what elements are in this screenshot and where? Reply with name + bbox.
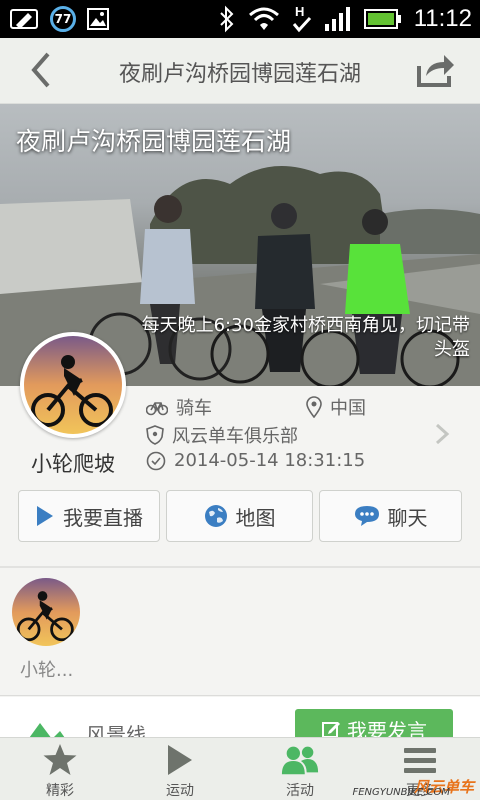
organizer-avatar[interactable] (20, 332, 126, 438)
datetime-row: 2014-05-14 18:31:15 (146, 450, 365, 471)
play-icon (37, 506, 53, 526)
post-comment-button[interactable]: 我要发言 (295, 709, 453, 737)
club-name: 风云单车俱乐部 (172, 426, 298, 447)
event-title-overlay: 夜刷卢沟桥园博园莲石湖 (16, 127, 292, 156)
feed-label: 风景线 (86, 723, 146, 737)
event-datetime: 2014-05-14 18:31:15 (174, 450, 366, 471)
live-broadcast-label: 我要直播 (63, 505, 143, 530)
chat-button[interactable]: 聊天 (319, 490, 462, 542)
event-info-section: 小轮爬坡 骑车 中国 风云单车俱乐部 2014-05-14 18:31:15 我… (0, 332, 480, 566)
nav-activities[interactable]: 活动 (240, 738, 360, 800)
chat-label: 聊天 (387, 505, 428, 530)
cyclist-silhouette-avatar (12, 578, 80, 646)
sync-icon (10, 9, 38, 29)
chat-bubble-icon (354, 506, 379, 526)
participant-avatar[interactable] (12, 578, 80, 646)
nav-featured[interactable]: 精彩 (0, 738, 120, 800)
signal-bars-icon (324, 7, 350, 31)
nav-sports-label: 运动 (166, 783, 194, 799)
location-pin-icon (306, 396, 322, 418)
chevron-right-icon[interactable] (434, 422, 450, 446)
event-description: 每天晚上6:30金家村桥西南角见，切记带头盔 (141, 315, 470, 360)
live-broadcast-button[interactable]: 我要直播 (18, 490, 160, 542)
mountain-logo-icon (29, 723, 65, 737)
activity-type: 骑车 (176, 398, 212, 419)
globe-icon (204, 505, 227, 527)
map-button[interactable]: 地图 (166, 490, 313, 542)
play-icon (168, 745, 192, 775)
check-circle-icon (146, 451, 166, 470)
edit-icon (322, 722, 340, 737)
wifi-icon (248, 7, 279, 30)
club-row[interactable]: 风云单车俱乐部 (146, 422, 298, 448)
location-row: 中国 (306, 394, 366, 420)
bottom-navigation: 精彩 运动 活动 更多 风云单车 FENGYUNBIKE.COM (0, 737, 480, 800)
nav-activities-label: 活动 (286, 783, 314, 799)
h-signal-icon: H (292, 4, 311, 33)
menu-icon (404, 748, 436, 773)
shield-icon (146, 425, 164, 445)
cyclist-silhouette-avatar (24, 336, 122, 434)
page-title: 夜刷卢沟桥园博园莲石湖 (118, 62, 361, 87)
feed-row: 风景线 我要发言 (0, 697, 480, 737)
post-comment-label: 我要发言 (347, 718, 427, 738)
bluetooth-icon (220, 5, 234, 33)
location-text: 中国 (330, 398, 366, 419)
back-button[interactable] (22, 50, 62, 90)
share-icon (417, 55, 454, 87)
status-bar: 77 H 11:12 (0, 0, 480, 38)
nav-featured-label: 精彩 (46, 783, 74, 799)
nav-sports[interactable]: 运动 (120, 738, 240, 800)
svg-text:H: H (295, 4, 304, 19)
notification-badge-icon: 77 (50, 6, 76, 32)
star-icon (43, 744, 77, 775)
organizer-name[interactable]: 小轮爬坡 (20, 448, 126, 478)
map-label: 地图 (235, 505, 276, 530)
chevron-left-icon (31, 52, 50, 88)
battery-icon (363, 9, 401, 29)
picture-icon (87, 8, 109, 30)
watermark-url: FENGYUNBIKE.COM (352, 787, 450, 798)
activity-type-row: 骑车 (146, 394, 212, 420)
header-bar: 夜刷卢沟桥园博园莲石湖 (0, 38, 480, 104)
participants-list: 小轮... (0, 568, 480, 696)
participant-name: 小轮... (20, 660, 74, 681)
clock: 11:12 (413, 5, 472, 32)
share-button[interactable] (416, 52, 456, 88)
bicycle-icon (146, 402, 168, 416)
people-icon (281, 746, 319, 775)
